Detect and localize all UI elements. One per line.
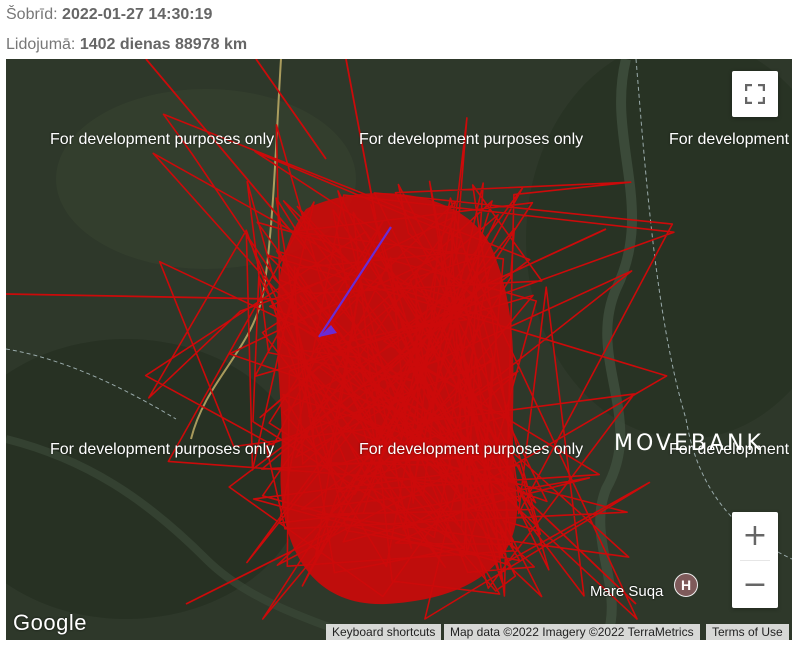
flight-stats-label: Lidojumā: [6, 36, 76, 53]
map-data-attribution[interactable]: Map data ©2022 Imagery ©2022 TerraMetric… [444, 624, 700, 640]
hospital-pin-icon[interactable]: H [674, 573, 698, 597]
keyboard-shortcuts-link[interactable]: Keyboard shortcuts [326, 624, 442, 640]
satellite-map[interactable]: For development purposes only For develo… [6, 59, 792, 640]
dev-watermark: For development purposes only [669, 131, 792, 148]
zoom-out-button[interactable]: − [732, 561, 778, 608]
current-time-line: Šobrīd: 2022-01-27 14:30:19 [6, 6, 212, 24]
dev-watermark: For development purposes only [359, 441, 584, 458]
dev-watermark: For development purposes only [50, 131, 275, 148]
fullscreen-icon [745, 84, 765, 104]
flight-stats-line: Lidojumā: 1402 dienas 88978 km [6, 36, 247, 54]
dev-watermark: For development purposes only [359, 131, 584, 148]
dev-watermark: For development purposes only [50, 441, 275, 458]
zoom-in-button[interactable]: + [732, 512, 778, 559]
terms-of-use-link[interactable]: Terms of Use [706, 624, 789, 640]
flight-stats-value: 1402 dienas 88978 km [79, 36, 248, 53]
current-time-label: Šobrīd: [6, 6, 58, 23]
current-time-value: 2022-01-27 14:30:19 [62, 6, 213, 23]
google-logo: Google [13, 610, 87, 635]
place-label[interactable]: Mare Suqa [590, 583, 663, 600]
movebank-logo: MOVEBANK [614, 431, 764, 456]
zoom-control: + − [732, 512, 778, 608]
fullscreen-button[interactable] [732, 71, 778, 117]
